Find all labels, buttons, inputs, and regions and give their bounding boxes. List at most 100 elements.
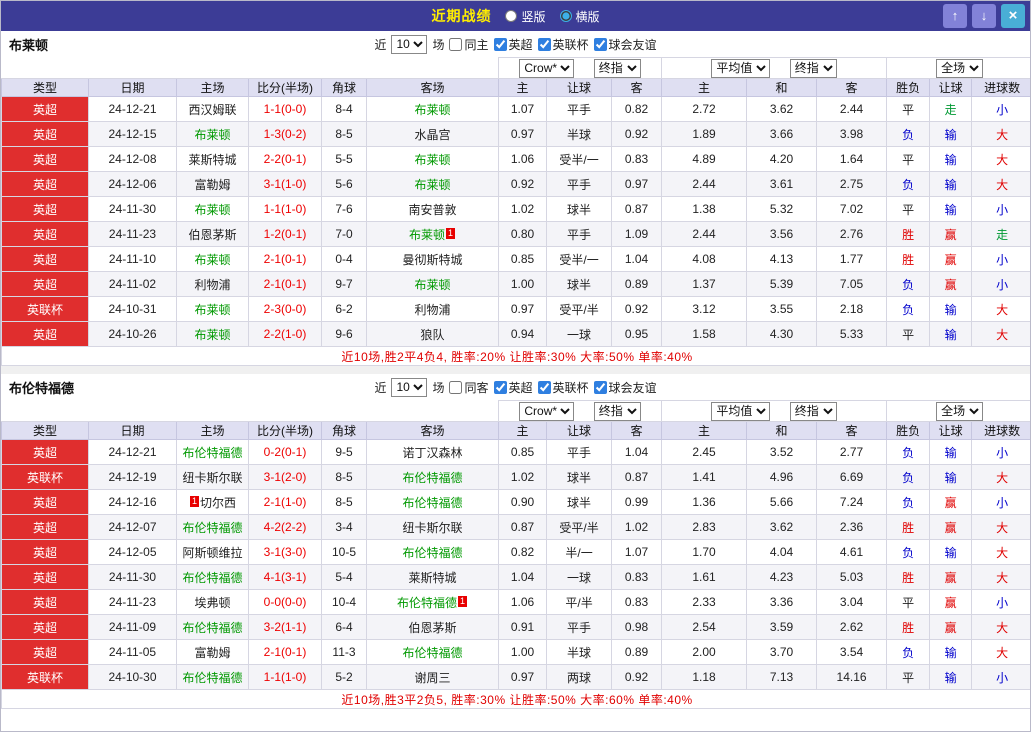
cell-avg-away: 14.16 bbox=[816, 664, 888, 690]
cell-away-team: 谢周三 bbox=[365, 664, 500, 690]
same-venue-checkbox[interactable] bbox=[449, 380, 463, 394]
league-filter-eflcup[interactable]: 英联杯 bbox=[537, 36, 589, 53]
horizontal-radio-label: 横版 bbox=[575, 9, 600, 24]
friendly-checkbox[interactable] bbox=[593, 380, 607, 394]
match-count-select[interactable]: 10 bbox=[391, 34, 428, 54]
scope-select[interactable]: 全场 bbox=[936, 58, 984, 78]
cell-result-goals: 走 bbox=[971, 221, 1030, 247]
cell-odds-handicap: 平手 bbox=[546, 614, 613, 640]
scope-select[interactable]: 全场 bbox=[936, 401, 984, 421]
cell-result-goals: 大 bbox=[971, 639, 1030, 665]
same-venue-checkbox[interactable] bbox=[449, 37, 463, 51]
cell-avg-draw: 4.23 bbox=[746, 564, 818, 590]
epl-checkbox[interactable] bbox=[493, 37, 507, 51]
away-team-name: 布莱顿 bbox=[414, 277, 451, 292]
near-label: 近 bbox=[374, 380, 387, 395]
match-row: 英超 24-12-07 布伦特福德 4-2(2-2) 3-4 纽卡斯尔联 0.87 受平/半 1… bbox=[1, 514, 1030, 540]
cell-home-team: 布莱顿 bbox=[176, 121, 249, 147]
odds-company-select[interactable]: Crow* bbox=[519, 401, 575, 421]
cell-avg-home: 2.83 bbox=[661, 514, 748, 540]
home-team-name: 布莱顿 bbox=[194, 127, 231, 142]
cell-result-handicap: 输 bbox=[929, 121, 973, 147]
layout-horizontal-option[interactable]: 横版 bbox=[559, 8, 600, 25]
horizontal-radio[interactable] bbox=[559, 10, 572, 22]
eflcup-checkbox[interactable] bbox=[537, 380, 551, 394]
cell-odds-handicap: 两球 bbox=[546, 664, 613, 690]
home-team-name: 伯恩茅斯 bbox=[188, 227, 237, 242]
home-team-name: 富勒姆 bbox=[194, 645, 231, 660]
cell-result-goals: 大 bbox=[971, 539, 1030, 565]
cell-date: 24-11-23 bbox=[88, 221, 177, 247]
cell-avg-draw: 5.32 bbox=[746, 196, 818, 222]
cell-result-goals: 大 bbox=[971, 146, 1030, 172]
cell-date: 24-12-19 bbox=[88, 464, 177, 490]
cell-result-handicap: 赢 bbox=[929, 514, 973, 540]
near-label: 近 bbox=[374, 37, 387, 52]
layout-vertical-option[interactable]: 竖版 bbox=[505, 8, 546, 25]
league-filter-epl[interactable]: 英超 bbox=[493, 36, 533, 53]
vertical-radio[interactable] bbox=[505, 10, 518, 22]
odds-stage-select[interactable]: 终指 bbox=[593, 58, 641, 78]
cell-home-team: 布伦特福德 bbox=[176, 439, 249, 465]
cell-avg-home: 2.00 bbox=[661, 639, 748, 665]
cell-avg-draw: 4.04 bbox=[746, 539, 818, 565]
home-team-name: 布莱顿 bbox=[194, 202, 231, 217]
same-venue-filter[interactable]: 同客 bbox=[449, 379, 489, 396]
cell-league: 英联杯 bbox=[1, 464, 89, 490]
cell-date: 24-10-26 bbox=[88, 321, 177, 347]
cell-avg-draw: 7.13 bbox=[746, 664, 818, 690]
average-select[interactable]: 平均值 bbox=[711, 401, 771, 421]
eflcup-label: 英联杯 bbox=[552, 37, 589, 52]
filter-controls: 近 10 场 同主 英超 英联杯 球会友谊 bbox=[374, 34, 657, 54]
cell-odds-home: 1.02 bbox=[498, 464, 548, 490]
cell-avg-away: 3.98 bbox=[816, 121, 888, 147]
cell-odds-home: 0.82 bbox=[498, 539, 548, 565]
cell-score: 1-1(1-0) bbox=[248, 664, 322, 690]
odds-stage-select[interactable]: 终指 bbox=[593, 401, 641, 421]
cell-avg-away: 2.62 bbox=[816, 614, 888, 640]
match-row: 英超 24-11-02 利物浦 2-1(0-1) 9-7 布莱顿 1.00 球半 0.89 1.3… bbox=[1, 271, 1030, 297]
cell-corner: 9-5 bbox=[321, 439, 367, 465]
cell-score: 0-0(0-0) bbox=[248, 589, 322, 615]
cell-result-wdl: 负 bbox=[886, 296, 931, 322]
league-filter-epl[interactable]: 英超 bbox=[493, 379, 533, 396]
cell-away-team: 布莱顿 bbox=[365, 96, 500, 122]
cell-date: 24-11-10 bbox=[88, 246, 177, 272]
col-avg-away: 客 bbox=[816, 78, 888, 97]
average-select[interactable]: 平均值 bbox=[711, 58, 771, 78]
cell-odds-handicap: 平手 bbox=[546, 221, 613, 247]
move-up-button[interactable]: ↑ bbox=[943, 4, 967, 28]
home-team-name: 莱斯特城 bbox=[188, 152, 237, 167]
average-stage-select[interactable]: 终指 bbox=[789, 401, 837, 421]
cell-avg-away: 2.76 bbox=[816, 221, 888, 247]
average-stage-select[interactable]: 终指 bbox=[789, 58, 837, 78]
home-team-name: 布莱顿 bbox=[194, 252, 231, 267]
league-filter-eflcup[interactable]: 英联杯 bbox=[537, 379, 589, 396]
cell-odds-handicap: 半/一 bbox=[546, 539, 613, 565]
cell-corner: 9-6 bbox=[321, 321, 367, 347]
league-filter-friendly[interactable]: 球会友谊 bbox=[593, 379, 657, 396]
cell-odds-home: 0.87 bbox=[498, 514, 548, 540]
team-section-brighton: 布莱顿 近 10 场 同主 英超 英联杯 球会友谊 Crow* 终指 平均值 终… bbox=[1, 31, 1030, 366]
match-row: 英超 24-12-21 布伦特福德 0-2(0-1) 9-5 诺丁汉森林 0.85 平手 1.0… bbox=[1, 439, 1030, 465]
cell-result-goals: 小 bbox=[971, 196, 1030, 222]
games-label: 场 bbox=[432, 380, 445, 395]
odds-company-select[interactable]: Crow* bbox=[519, 58, 575, 78]
cell-corner: 7-0 bbox=[321, 221, 367, 247]
cell-odds-away: 0.92 bbox=[611, 296, 663, 322]
cell-avg-away: 1.64 bbox=[816, 146, 888, 172]
cell-away-team: 南安普敦 bbox=[365, 196, 500, 222]
same-venue-filter[interactable]: 同主 bbox=[449, 36, 489, 53]
eflcup-checkbox[interactable] bbox=[537, 37, 551, 51]
match-row: 英联杯 24-10-30 布伦特福德 1-1(1-0) 5-2 谢周三 0.97 两球 0.92… bbox=[1, 664, 1030, 690]
epl-checkbox[interactable] bbox=[493, 380, 507, 394]
league-filter-friendly[interactable]: 球会友谊 bbox=[593, 36, 657, 53]
cell-score: 2-1(0-1) bbox=[248, 271, 322, 297]
close-button[interactable]: × bbox=[1001, 4, 1025, 28]
match-count-select[interactable]: 10 bbox=[391, 377, 428, 397]
col-avg-home: 主 bbox=[661, 78, 748, 97]
move-down-button[interactable]: ↓ bbox=[972, 4, 996, 28]
friendly-checkbox[interactable] bbox=[593, 37, 607, 51]
away-team-name: 诺丁汉森林 bbox=[402, 445, 463, 460]
team-name: 布莱顿 bbox=[9, 37, 49, 53]
